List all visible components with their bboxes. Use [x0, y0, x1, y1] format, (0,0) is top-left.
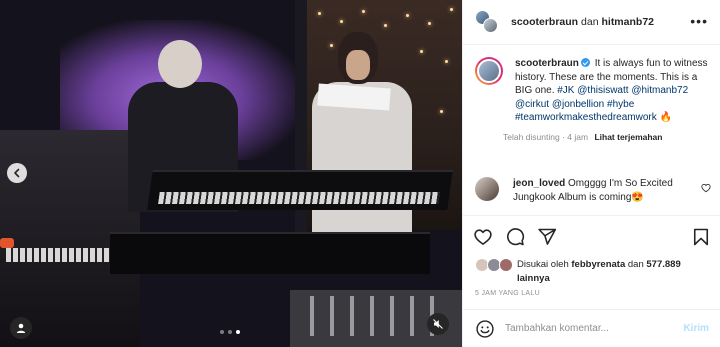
liker-username[interactable]: febbyrenata [571, 259, 625, 270]
heart-icon[interactable] [473, 227, 493, 247]
more-options-icon[interactable]: ••• [690, 14, 708, 28]
caption-text: scooterbraun It is always fun to witness… [515, 57, 711, 125]
likes-suffix[interactable]: lainnya [517, 273, 550, 284]
header-separator: dan [581, 16, 599, 28]
caption-tag[interactable]: #JK [557, 85, 574, 96]
post-header: scooterbraun dan hitmanb72 [463, 0, 720, 45]
commenter-avatar[interactable] [475, 177, 499, 201]
header-username-2[interactable]: hitmanb72 [601, 16, 654, 28]
header-username-1[interactable]: scooterbraun [511, 16, 578, 28]
likes-mid: dan [627, 259, 644, 270]
caption-tag[interactable]: @cirkut [515, 99, 549, 110]
carousel-dots [220, 330, 240, 334]
carousel-dot [220, 330, 224, 334]
likes-text: Disukai oleh febbyrenata dan 577.889 lai… [517, 258, 681, 285]
comment-icon[interactable] [505, 227, 525, 247]
add-comment-bar: Kirim [463, 309, 720, 347]
comment-like-heart-icon[interactable] [701, 183, 711, 193]
caption-meta: Telah disunting · 4 jam Lihat terjemahan [503, 131, 663, 142]
author-avatar[interactable] [475, 57, 503, 85]
comment-item: jeon_loved Omgggg I'm So Excited Jungkoo… [475, 177, 711, 204]
post-comment-button[interactable]: Kirim [683, 323, 709, 334]
emoji-icon[interactable] [475, 319, 495, 339]
carousel-dot-active [236, 330, 240, 334]
speaker-muted-icon [433, 319, 443, 329]
avatar [499, 258, 513, 272]
caption: scooterbraun It is always fun to witness… [475, 57, 711, 142]
bookmark-icon[interactable] [691, 227, 711, 247]
share-icon[interactable] [537, 227, 557, 247]
liker-avatars [475, 258, 517, 274]
caption-username[interactable]: scooterbraun [515, 58, 579, 69]
caption-time: 4 jam [567, 131, 589, 142]
caption-tag[interactable]: #teamworkmakesthedreamwork [515, 112, 657, 123]
caption-tag[interactable]: @jonbellion [552, 99, 604, 110]
studio-photo [0, 0, 462, 347]
mute-button[interactable] [427, 313, 449, 335]
likes-prefix: Disukai oleh [517, 259, 569, 270]
caption-tag[interactable]: @thisiswatt [577, 85, 628, 96]
likes-count[interactable]: 577.889 [646, 259, 680, 270]
tagged-users-button[interactable] [10, 317, 32, 339]
post-timestamp[interactable]: 5 JAM YANG LALU [475, 290, 540, 297]
comment-username[interactable]: jeon_loved [513, 178, 565, 189]
see-translation-link[interactable]: Lihat terjemahan [594, 132, 662, 142]
collab-avatars[interactable] [475, 10, 499, 34]
comment-input[interactable] [505, 323, 678, 334]
collab-usernames: scooterbraun dan hitmanb72 [511, 16, 654, 28]
comments-area: scooterbraun It is always fun to witness… [463, 45, 720, 215]
caption-tag[interactable]: #hybe [607, 99, 634, 110]
chevron-left-icon [14, 168, 20, 178]
user-icon [16, 323, 26, 333]
post-media[interactable] [0, 0, 462, 347]
avatar [483, 18, 498, 33]
edited-label: Telah disunting [503, 131, 560, 142]
carousel-dot [228, 330, 232, 334]
heart-eyes-emoji: 😍 [631, 191, 644, 203]
carousel-prev-button[interactable] [7, 163, 27, 183]
action-bar [463, 215, 720, 253]
caption-tag[interactable]: @hitmanb72 [631, 85, 688, 96]
fire-emoji: 🔥 [659, 112, 672, 124]
likes-summary: Disukai oleh febbyrenata dan 577.889 lai… [475, 258, 711, 285]
post-panel: scooterbraun dan hitmanb72 scooterbraun … [462, 0, 720, 347]
verified-badge-icon [580, 58, 590, 67]
comment-text: jeon_loved Omgggg I'm So Excited Jungkoo… [513, 177, 693, 204]
